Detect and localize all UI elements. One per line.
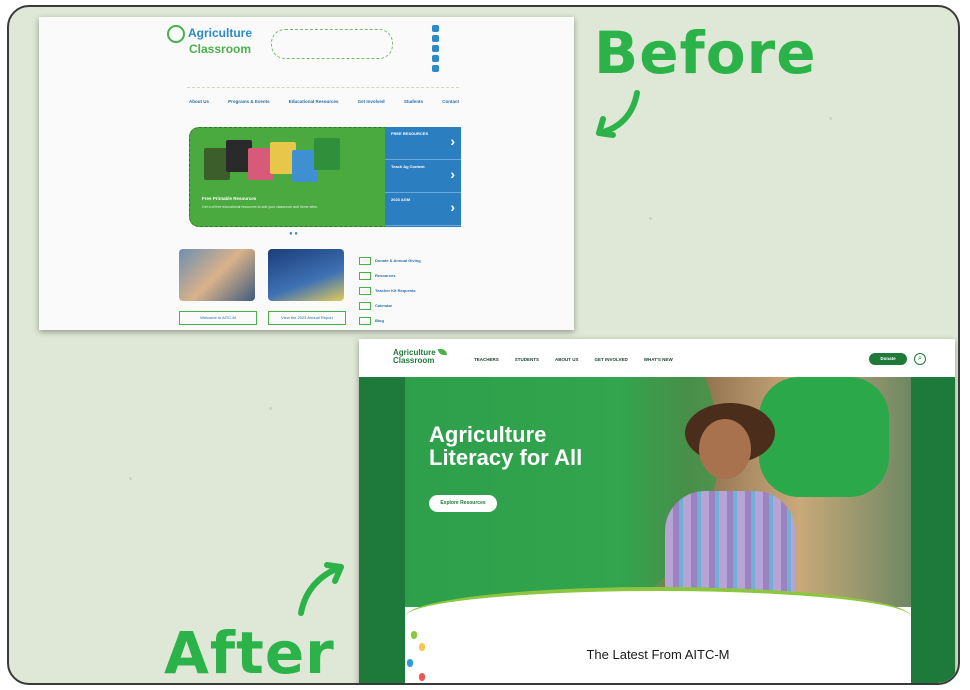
latest-section: The Latest From AITC-M bbox=[405, 629, 911, 683]
envelope-icon bbox=[359, 256, 371, 265]
after-logo: Agriculture Classroom bbox=[393, 349, 447, 365]
kit-icon bbox=[359, 286, 371, 295]
nav-item: Contact bbox=[442, 99, 459, 104]
link-item: Donate & Annual Giving bbox=[359, 253, 421, 268]
side-item: 2023 AGM bbox=[385, 193, 461, 226]
side-item: Teach Ag Contest bbox=[385, 160, 461, 193]
link-label: Resources bbox=[375, 273, 396, 278]
texture-speck bbox=[129, 477, 132, 480]
confetti-shape bbox=[419, 673, 425, 681]
link-label: Teacher Kit Requests bbox=[375, 288, 416, 293]
carousel-dots: ● ● bbox=[289, 231, 298, 237]
nav-item: TEACHERS bbox=[474, 357, 499, 362]
link-item: Resources bbox=[359, 268, 421, 283]
logo-subtext: Classroom bbox=[189, 42, 252, 56]
texture-speck bbox=[829, 117, 832, 120]
book-cover bbox=[314, 138, 340, 170]
hero-side-panel: FREE RESOURCES Teach Ag Contest 2023 AGM bbox=[385, 127, 461, 227]
divider bbox=[187, 87, 459, 88]
hero-panel: Free Printable Resources Get a of free e… bbox=[189, 127, 397, 227]
search-icon: ⌕ bbox=[914, 353, 926, 365]
student-face bbox=[699, 419, 751, 479]
nav-item: Programs & Events bbox=[228, 99, 270, 104]
nav-item: WHAT'S NEW bbox=[643, 357, 673, 362]
texture-speck bbox=[269, 407, 272, 410]
curved-arrow-icon bbox=[298, 562, 344, 616]
calendar-icon bbox=[359, 301, 371, 310]
link-item: Calendar bbox=[359, 298, 421, 313]
side-item: FREE RESOURCES bbox=[385, 127, 461, 160]
report-cover-photo bbox=[268, 249, 344, 301]
nav-item: Educational Resources bbox=[288, 99, 339, 104]
after-header: Agriculture Classroom TEACHERS STUDENTS … bbox=[359, 339, 955, 377]
student-photo bbox=[659, 397, 829, 607]
classroom-photo bbox=[179, 249, 255, 301]
after-screenshot: Agriculture Literacy for All Explore Res… bbox=[359, 339, 955, 683]
social-icons bbox=[432, 25, 440, 75]
nav-item: Get Involved bbox=[357, 99, 385, 104]
doodle-illustration bbox=[271, 29, 393, 59]
logo-text: Agriculture bbox=[188, 26, 253, 41]
leaf-icon bbox=[437, 349, 447, 355]
explore-resources-button: Explore Resources bbox=[429, 495, 497, 512]
nav-item: Students bbox=[403, 99, 424, 104]
nav-item: ABOUT US bbox=[555, 357, 579, 362]
confetti-shape bbox=[411, 631, 417, 639]
link-item: Teacher Kit Requests bbox=[359, 283, 421, 298]
link-label: Blog bbox=[375, 318, 384, 323]
before-link-list: Donate & Annual Giving Resources Teacher… bbox=[359, 253, 421, 328]
donate-button: Donate bbox=[869, 353, 907, 365]
hero-subtitle: Get a of free educational resources to a… bbox=[202, 205, 318, 209]
slide-frame: Before Agriculture Classroom About Us Pr… bbox=[7, 5, 960, 685]
before-label: Before bbox=[594, 19, 817, 87]
facebook-icon bbox=[432, 25, 439, 32]
latest-title: The Latest From AITC-M bbox=[586, 647, 730, 662]
link-label: Donate & Annual Giving bbox=[375, 258, 421, 263]
youtube-icon bbox=[432, 65, 439, 72]
after-nav: TEACHERS STUDENTS ABOUT US GET INVOLVED … bbox=[474, 357, 673, 362]
nav-item: About Us bbox=[189, 99, 209, 104]
hero-headline: Agriculture Literacy for All bbox=[429, 423, 582, 469]
hero-title: Free Printable Resources bbox=[202, 196, 257, 201]
annual-report-button: View the 2023 Annual Report bbox=[268, 311, 346, 325]
nav-item: STUDENTS bbox=[514, 357, 540, 362]
link-item: Blog bbox=[359, 313, 421, 328]
before-screenshot: Agriculture Classroom About Us Programs … bbox=[39, 17, 574, 330]
after-hero: Agriculture Literacy for All Explore Res… bbox=[359, 377, 955, 607]
resource-covers bbox=[204, 136, 344, 186]
before-logo: Agriculture Classroom bbox=[167, 25, 252, 55]
after-label: After bbox=[164, 619, 335, 685]
texture-speck bbox=[649, 217, 652, 220]
logo-face-icon bbox=[167, 25, 185, 43]
headline-line: Literacy for All bbox=[429, 445, 583, 470]
resources-icon bbox=[359, 271, 371, 280]
before-nav: About Us Programs & Events Educational R… bbox=[189, 99, 459, 104]
left-green-band bbox=[359, 377, 405, 683]
nav-item: GET INVOLVED bbox=[594, 357, 628, 362]
curved-arrow-icon bbox=[596, 90, 640, 138]
before-hero: Free Printable Resources Get a of free e… bbox=[189, 127, 461, 227]
blog-icon bbox=[359, 316, 371, 325]
pinterest-icon bbox=[432, 45, 439, 52]
link-label: Calendar bbox=[375, 303, 393, 308]
logo-subtext: Classroom bbox=[393, 356, 435, 365]
welcome-button: Welcome to AITC-M bbox=[179, 311, 257, 325]
instagram-icon bbox=[432, 55, 439, 62]
twitter-icon bbox=[432, 35, 439, 42]
headline-line: Agriculture bbox=[429, 422, 547, 447]
right-green-band bbox=[911, 377, 955, 683]
